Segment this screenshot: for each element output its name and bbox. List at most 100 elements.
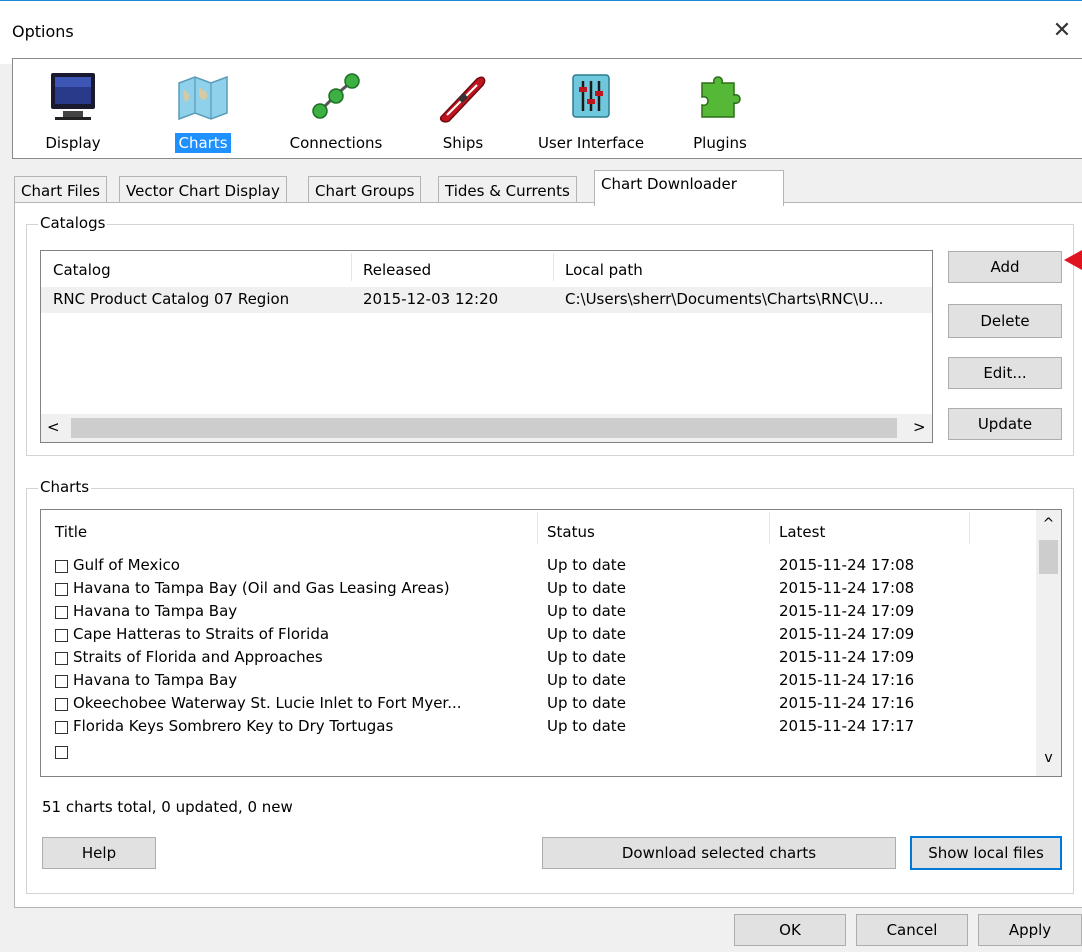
catalogs-list[interactable]: Catalog Released Local path RNC Product …	[40, 250, 933, 443]
chart-title: Gulf of Mexico	[73, 556, 180, 574]
horizontal-scrollbar[interactable]: < >	[41, 414, 932, 442]
sliders-icon	[572, 74, 610, 118]
update-catalog-button[interactable]: Update	[948, 408, 1062, 440]
chart-latest: 2015-11-24 17:16	[779, 694, 915, 712]
table-row[interactable]: Havana to Tampa Bay Up to date 2015-11-2…	[41, 601, 1036, 623]
tab-chart-downloader[interactable]: Chart Downloader	[594, 170, 784, 206]
chart-latest: 2015-11-24 17:08	[779, 556, 915, 574]
row-checkbox[interactable]	[55, 652, 68, 665]
download-selected-charts-button[interactable]: Download selected charts	[542, 837, 896, 869]
toolbar-plugins[interactable]: Plugins	[685, 65, 755, 157]
chart-title: Okeechobee Waterway St. Lucie Inlet to F…	[73, 694, 462, 712]
row-checkbox[interactable]	[55, 629, 68, 642]
row-checkbox[interactable]	[55, 583, 68, 596]
scrollbar-thumb[interactable]	[1039, 540, 1058, 574]
toolbar-label-connections: Connections	[289, 134, 383, 152]
table-row[interactable]: Cape Hatteras to Straits of Florida Up t…	[41, 624, 1036, 646]
delete-catalog-button[interactable]: Delete	[948, 304, 1062, 338]
vertical-scrollbar[interactable]: ^ v	[1036, 510, 1061, 776]
table-row[interactable]: Gulf of Mexico Up to date 2015-11-24 17:…	[41, 555, 1036, 577]
catalog-name: RNC Product Catalog 07 Region	[53, 290, 290, 308]
selected-charts-label: Charts	[175, 133, 231, 153]
puzzle-plugin-icon	[701, 76, 741, 118]
scroll-down-icon[interactable]: v	[1036, 750, 1061, 766]
display-monitor-icon	[51, 73, 95, 120]
catalogs-col-catalog[interactable]: Catalog	[53, 261, 111, 279]
chart-latest: 2015-11-24 17:09	[779, 648, 915, 666]
table-row[interactable]: Havana to Tampa Bay Up to date 2015-11-2…	[41, 670, 1036, 692]
scroll-right-icon[interactable]: >	[913, 418, 926, 436]
charts-col-latest[interactable]: Latest	[779, 523, 825, 541]
row-checkbox[interactable]	[55, 560, 68, 573]
charts-col-status[interactable]: Status	[547, 523, 595, 541]
chart-status: Up to date	[547, 648, 626, 666]
chart-title: Havana to Tampa Bay	[73, 671, 238, 689]
add-catalog-button[interactable]: Add	[948, 251, 1062, 283]
chart-latest: 2015-11-24 17:17	[779, 717, 915, 735]
header-divider	[537, 512, 538, 544]
table-row[interactable]: Okeechobee Waterway St. Lucie Inlet to F…	[41, 693, 1036, 715]
close-icon[interactable]: ✕	[1048, 16, 1076, 46]
annotation-arrow-icon	[1064, 250, 1082, 270]
toolbar-label-display: Display	[45, 134, 101, 152]
show-local-files-button[interactable]: Show local files	[910, 836, 1062, 870]
chart-latest: 2015-11-24 17:09	[779, 625, 915, 643]
connections-nodes-icon	[312, 73, 360, 119]
chart-status: Up to date	[547, 671, 626, 689]
chart-status: Up to date	[547, 694, 626, 712]
toolbar-ships[interactable]: Ships	[433, 65, 493, 157]
scroll-up-icon[interactable]: ^	[1036, 516, 1061, 532]
tab-tides-currents[interactable]: Tides & Currents	[438, 176, 577, 205]
chart-latest: 2015-11-24 17:16	[779, 671, 915, 689]
row-checkbox[interactable]	[55, 721, 68, 734]
header-divider	[769, 512, 770, 544]
table-row[interactable]: Havana to Tampa Bay (Oil and Gas Leasing…	[41, 578, 1036, 600]
tab-vector-chart-display[interactable]: Vector Chart Display	[119, 176, 287, 205]
chart-latest: 2015-11-24 17:09	[779, 602, 915, 620]
catalogs-group-label: Catalogs	[38, 214, 108, 232]
chart-title: Florida Keys Sombrero Key to Dry Tortuga…	[73, 717, 394, 735]
chart-status: Up to date	[547, 717, 626, 735]
ok-button[interactable]: OK	[734, 914, 846, 946]
row-checkbox	[55, 746, 68, 759]
title-bar	[0, 0, 1082, 64]
cancel-button[interactable]: Cancel	[856, 914, 968, 946]
charts-group-label: Charts	[38, 478, 92, 496]
chart-status: Up to date	[547, 625, 626, 643]
charts-col-title[interactable]: Title	[55, 523, 87, 541]
table-row[interactable]: Straits of Florida and Approaches Up to …	[41, 647, 1036, 669]
catalogs-col-released[interactable]: Released	[363, 261, 431, 279]
chart-title: Straits of Florida and Approaches	[73, 648, 323, 666]
tab-chart-files[interactable]: Chart Files	[14, 176, 107, 205]
header-divider	[969, 512, 970, 544]
toolbar-charts[interactable]: Charts	[163, 65, 243, 157]
scrollbar-thumb[interactable]	[71, 418, 897, 438]
catalogs-col-local-path[interactable]: Local path	[565, 261, 643, 279]
row-checkbox[interactable]	[55, 698, 68, 711]
row-checkbox[interactable]	[55, 675, 68, 688]
tab-chart-groups[interactable]: Chart Groups	[308, 176, 422, 205]
chart-latest: 2015-11-24 17:08	[779, 579, 915, 597]
toolbar-label-user-interface: User Interface	[537, 134, 645, 152]
toolbar-display[interactable]: Display	[43, 65, 103, 157]
charts-list[interactable]: Title Status Latest Gulf of Mexico Up to…	[40, 509, 1062, 777]
toolbar-connections[interactable]: Connections	[281, 65, 391, 157]
window-title: Options	[12, 22, 74, 41]
partial-row-checkbox	[55, 742, 68, 776]
toolbar-label-charts: Charts	[163, 133, 243, 153]
apply-button[interactable]: Apply	[978, 914, 1082, 946]
charts-map-icon	[178, 75, 228, 121]
header-divider	[553, 253, 554, 281]
chart-title: Cape Hatteras to Straits of Florida	[73, 625, 330, 643]
table-row[interactable]: Florida Keys Sombrero Key to Dry Tortuga…	[41, 716, 1036, 738]
row-checkbox[interactable]	[55, 606, 68, 619]
edit-catalog-button[interactable]: Edit...	[948, 357, 1062, 389]
charts-summary: 51 charts total, 0 updated, 0 new	[42, 798, 293, 816]
scroll-left-icon[interactable]: <	[47, 418, 60, 436]
help-button[interactable]: Help	[42, 837, 156, 869]
toolbar-user-interface[interactable]: User Interface	[531, 65, 651, 157]
table-row[interactable]: RNC Product Catalog 07 Region 2015-12-03…	[41, 287, 932, 313]
chart-status: Up to date	[547, 579, 626, 597]
chart-title: Havana to Tampa Bay (Oil and Gas Leasing…	[73, 579, 450, 597]
ship-boat-icon	[439, 76, 486, 123]
